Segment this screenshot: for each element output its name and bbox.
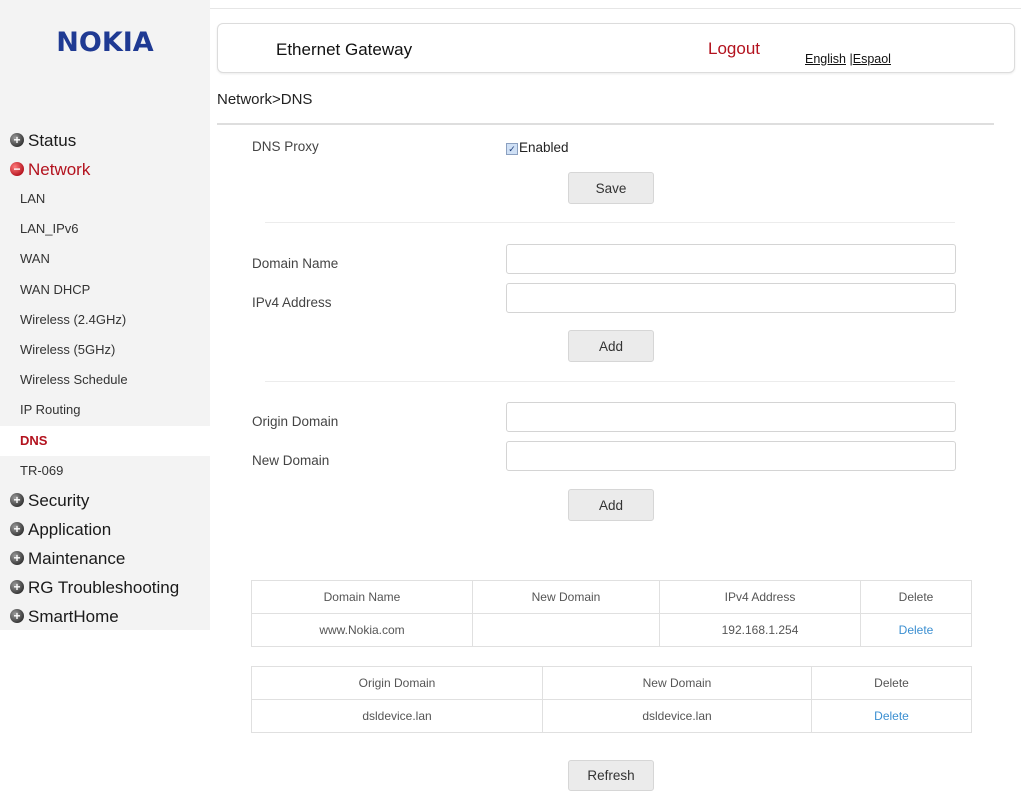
sidebar-category-network[interactable]: − Network xyxy=(0,155,210,184)
add-host-button[interactable]: Add xyxy=(568,330,654,362)
dns-proxy-label: DNS Proxy xyxy=(252,139,319,154)
sidebar: NOKIA + Status − Network LAN LAN_IPv6 WA… xyxy=(0,0,210,630)
table-header-row: Origin Domain New Domain Delete xyxy=(251,666,972,700)
cell-domain: www.Nokia.com xyxy=(251,613,473,647)
domain-name-label: Domain Name xyxy=(252,256,339,271)
sidebar-item-wireless-schedule[interactable]: Wireless Schedule xyxy=(0,365,210,395)
sidebar-item-wan[interactable]: WAN xyxy=(0,244,210,274)
sidebar-item-dns[interactable]: DNS xyxy=(0,425,210,456)
expand-plus-icon: + xyxy=(10,550,24,565)
cell-delete: Delete xyxy=(811,699,972,733)
expand-plus-icon: + xyxy=(10,492,24,507)
delete-link[interactable]: Delete xyxy=(874,709,909,723)
sidebar-item-ip-routing[interactable]: IP Routing xyxy=(0,395,210,425)
delete-link[interactable]: Delete xyxy=(899,623,934,637)
column-header: IPv4 Address xyxy=(659,580,861,614)
column-header: New Domain xyxy=(542,666,812,700)
column-header: New Domain xyxy=(472,580,660,614)
expand-plus-icon: + xyxy=(10,133,24,147)
ipv4-address-label: IPv4 Address xyxy=(252,295,332,310)
new-domain-input[interactable] xyxy=(506,441,956,471)
language-switcher: English |Espaol xyxy=(805,52,891,66)
column-header: Domain Name xyxy=(251,580,473,614)
expand-plus-icon: + xyxy=(10,608,24,623)
collapse-minus-icon: − xyxy=(10,162,24,176)
domain-rewrite-table: Origin Domain New Domain Delete dsldevic… xyxy=(251,666,972,733)
sidebar-category-rg-troubleshooting[interactable]: + RG Troubleshooting xyxy=(0,573,210,602)
cell-delete: Delete xyxy=(860,613,972,647)
cell-new-domain: dsldevice.lan xyxy=(542,699,812,733)
ipv4-address-input[interactable] xyxy=(506,283,956,313)
refresh-button[interactable]: Refresh xyxy=(568,760,654,791)
cell-new-domain xyxy=(472,613,660,647)
sidebar-item-lan[interactable]: LAN xyxy=(0,184,210,214)
dns-proxy-checkbox[interactable]: ✓ xyxy=(506,143,518,155)
header-bar: Ethernet Gateway Logout English |Espaol xyxy=(217,23,1015,73)
column-header: Delete xyxy=(811,666,972,700)
sidebar-category-label: SmartHome xyxy=(28,606,119,626)
breadcrumb: Network>DNS xyxy=(217,91,313,108)
table-header-row: Domain Name New Domain IPv4 Address Dele… xyxy=(251,580,972,614)
sidebar-category-label: RG Troubleshooting xyxy=(28,577,180,597)
expand-plus-icon: + xyxy=(10,579,24,594)
section-divider xyxy=(217,123,994,125)
add-rewrite-button[interactable]: Add xyxy=(568,489,654,521)
sidebar-category-label: Network xyxy=(28,160,91,179)
expand-plus-icon: + xyxy=(10,521,24,536)
sidebar-menu: + Status − Network LAN LAN_IPv6 WAN WAN … xyxy=(0,126,210,631)
nokia-logo: NOKIA xyxy=(56,27,154,58)
sidebar-item-lan-ipv6[interactable]: LAN_IPv6 xyxy=(0,214,210,244)
sidebar-item-wan-dhcp[interactable]: WAN DHCP xyxy=(0,275,210,305)
new-domain-label: New Domain xyxy=(252,453,330,468)
language-english-link[interactable]: English xyxy=(805,52,846,66)
top-divider xyxy=(210,8,1021,9)
app-title: Ethernet Gateway xyxy=(276,40,413,59)
cell-ipv4: 192.168.1.254 xyxy=(659,613,861,647)
form-divider xyxy=(265,222,955,223)
column-header: Delete xyxy=(860,580,972,614)
save-button[interactable]: Save xyxy=(568,172,654,204)
logout-link[interactable]: Logout xyxy=(708,39,760,59)
sidebar-category-status[interactable]: + Status xyxy=(0,126,210,155)
sidebar-item-wireless-24ghz[interactable]: Wireless (2.4GHz) xyxy=(0,305,210,335)
domain-name-input[interactable] xyxy=(506,244,956,274)
dns-hosts-table: Domain Name New Domain IPv4 Address Dele… xyxy=(251,580,972,647)
language-separator: | xyxy=(846,52,853,66)
sidebar-category-label: Maintenance xyxy=(28,548,126,568)
dns-proxy-checkbox-label: Enabled xyxy=(519,140,569,155)
table-row: www.Nokia.com 192.168.1.254 Delete xyxy=(251,613,972,647)
origin-domain-input[interactable] xyxy=(506,402,956,432)
table-row: dsldevice.lan dsldevice.lan Delete xyxy=(251,699,972,733)
sidebar-category-maintenance[interactable]: + Maintenance xyxy=(0,544,210,573)
sidebar-category-label: Application xyxy=(28,519,112,539)
column-header: Origin Domain xyxy=(251,666,543,700)
sidebar-category-smarthome[interactable]: + SmartHome xyxy=(0,602,210,631)
language-spanish-link[interactable]: Espaol xyxy=(853,52,891,66)
cell-origin-domain: dsldevice.lan xyxy=(251,699,543,733)
sidebar-item-wireless-5ghz[interactable]: Wireless (5GHz) xyxy=(0,335,210,365)
sidebar-category-label: Security xyxy=(28,490,90,510)
sidebar-category-label: Status xyxy=(28,131,77,150)
sidebar-category-application[interactable]: + Application xyxy=(0,515,210,544)
sidebar-category-security[interactable]: + Security xyxy=(0,486,210,515)
sidebar-item-tr069[interactable]: TR-069 xyxy=(0,456,210,486)
dns-proxy-checkbox-group: ✓ Enabled xyxy=(506,140,569,155)
form-divider xyxy=(265,381,955,382)
origin-domain-label: Origin Domain xyxy=(252,414,339,429)
